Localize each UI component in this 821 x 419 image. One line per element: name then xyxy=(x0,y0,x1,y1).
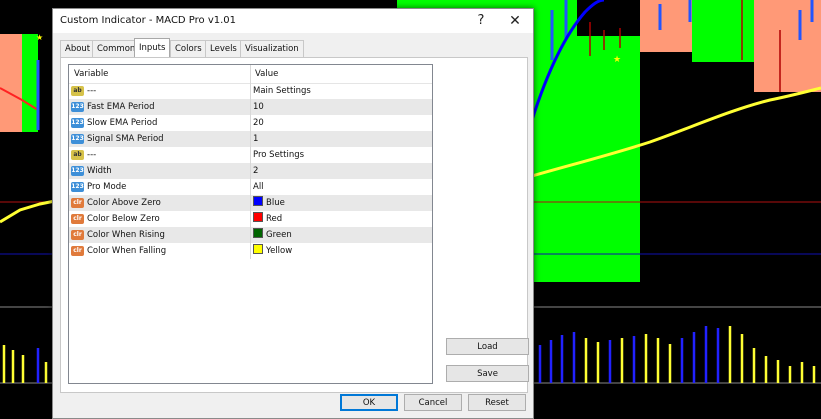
table-row[interactable]: 123 Width 2 xyxy=(69,163,432,179)
reset-button[interactable]: Reset xyxy=(468,394,526,411)
row-value[interactable]: Blue xyxy=(250,195,432,211)
table-row[interactable]: ab --- Main Settings xyxy=(69,83,432,99)
dialog-titlebar[interactable]: Custom Indicator - MACD Pro v1.01 ? ✕ xyxy=(53,9,533,33)
number-param-icon: 123 xyxy=(71,134,84,144)
row-value[interactable]: Pro Settings xyxy=(250,147,432,163)
table-row[interactable]: clr Color When Falling Yellow xyxy=(69,243,432,259)
text-param-icon: ab xyxy=(71,150,84,160)
row-value-text: Yellow xyxy=(266,246,293,256)
row-variable: Slow EMA Period xyxy=(87,118,158,128)
cancel-button[interactable]: Cancel xyxy=(404,394,462,411)
tab-visualization[interactable]: Visualization xyxy=(240,40,304,57)
help-icon[interactable]: ? xyxy=(467,10,495,32)
row-variable: Fast EMA Period xyxy=(87,102,155,112)
header-variable[interactable]: Variable xyxy=(69,65,254,83)
text-param-icon: ab xyxy=(71,86,84,96)
header-value[interactable]: Value xyxy=(250,65,432,83)
row-variable: Color When Falling xyxy=(87,246,167,256)
color-param-icon: clr xyxy=(71,198,84,208)
color-swatch-red xyxy=(253,212,263,222)
table-row[interactable]: clr Color When Rising Green xyxy=(69,227,432,243)
color-swatch-blue xyxy=(253,196,263,206)
close-icon[interactable]: ✕ xyxy=(501,10,529,32)
row-value[interactable]: 1 xyxy=(250,131,432,147)
zone-green-right xyxy=(692,0,754,62)
table-row[interactable]: 123 Fast EMA Period 10 xyxy=(69,99,432,115)
row-variable: Width xyxy=(87,166,112,176)
row-variable: Color Below Zero xyxy=(87,214,160,224)
row-value[interactable]: Main Settings xyxy=(250,83,432,99)
color-param-icon: clr xyxy=(71,214,84,224)
number-param-icon: 123 xyxy=(71,182,84,192)
row-value[interactable]: Red xyxy=(250,211,432,227)
row-value[interactable]: 20 xyxy=(250,115,432,131)
inputs-panel: Variable Value ab --- Main Settings 123 Fa… xyxy=(60,57,529,393)
custom-indicator-dialog: Custom Indicator - MACD Pro v1.01 ? ✕ Ab… xyxy=(52,8,534,419)
row-value-text: Red xyxy=(266,214,283,224)
number-param-icon: 123 xyxy=(71,166,84,176)
dialog-title: Custom Indicator - MACD Pro v1.01 xyxy=(60,15,237,26)
save-button[interactable]: Save xyxy=(446,365,529,382)
row-variable: Color Above Zero xyxy=(87,198,161,208)
number-param-icon: 123 xyxy=(71,102,84,112)
zone-salmon-left xyxy=(0,34,22,132)
svg-text:★: ★ xyxy=(613,55,621,65)
inputs-grid: Variable Value ab --- Main Settings 123 Fa… xyxy=(68,64,433,384)
row-variable: --- xyxy=(87,86,97,96)
row-value-text: Green xyxy=(266,230,292,240)
color-swatch-yellow xyxy=(253,244,263,254)
tab-about[interactable]: About xyxy=(60,40,96,57)
row-variable: Signal SMA Period xyxy=(87,134,164,144)
table-row[interactable]: ab --- Pro Settings xyxy=(69,147,432,163)
load-button[interactable]: Load xyxy=(446,338,529,355)
row-value[interactable]: All xyxy=(250,179,432,195)
row-variable: Pro Mode xyxy=(87,182,127,192)
svg-text:★: ★ xyxy=(36,33,43,42)
row-value[interactable]: Green xyxy=(250,227,432,243)
table-row[interactable]: 123 Signal SMA Period 1 xyxy=(69,131,432,147)
grid-header: Variable Value xyxy=(69,65,432,84)
color-param-icon: clr xyxy=(71,246,84,256)
table-row[interactable]: 123 Pro Mode All xyxy=(69,179,432,195)
tab-inputs[interactable]: Inputs xyxy=(134,38,171,58)
color-swatch-green xyxy=(253,228,263,238)
table-row[interactable]: clr Color Below Zero Red xyxy=(69,211,432,227)
zone-salmon-right1 xyxy=(640,0,692,52)
table-row[interactable]: 123 Slow EMA Period 20 xyxy=(69,115,432,131)
tab-colors[interactable]: Colors xyxy=(170,40,207,57)
row-value[interactable]: 10 xyxy=(250,99,432,115)
row-value-text: Blue xyxy=(266,198,285,208)
color-param-icon: clr xyxy=(71,230,84,240)
ok-button[interactable]: OK xyxy=(340,394,398,411)
row-value[interactable]: Yellow xyxy=(250,243,432,259)
row-variable: --- xyxy=(87,150,97,160)
table-row[interactable]: clr Color Above Zero Blue xyxy=(69,195,432,211)
row-value[interactable]: 2 xyxy=(250,163,432,179)
number-param-icon: 123 xyxy=(71,118,84,128)
tab-levels[interactable]: Levels xyxy=(205,40,242,57)
row-variable: Color When Rising xyxy=(87,230,165,240)
